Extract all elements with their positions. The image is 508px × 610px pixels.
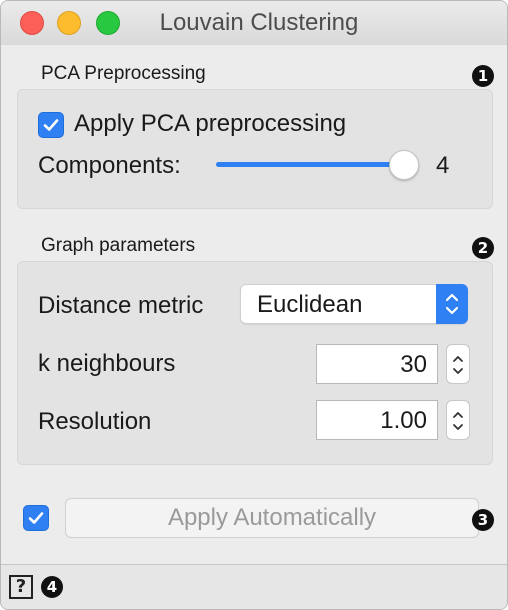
k-neighbours-label: k neighbours [38, 350, 176, 377]
pca-group-title: PCA Preprocessing [41, 63, 206, 84]
slider-thumb[interactable] [389, 150, 419, 180]
resolution-value: 1.00 [380, 407, 427, 434]
slider-track [216, 162, 404, 167]
status-badge: 4 [41, 576, 63, 598]
resolution-input[interactable]: 1.00 [316, 400, 438, 440]
status-bar: ? 4 [1, 564, 507, 609]
distance-metric-select[interactable]: Euclidean [240, 284, 468, 324]
louvain-window: Louvain Clustering PCA Preprocessing 1 A… [0, 0, 508, 610]
apply-automatically-checkbox[interactable] [23, 505, 49, 531]
pca-badge: 1 [472, 65, 494, 87]
checkmark-icon [28, 512, 44, 524]
k-neighbours-value: 30 [400, 351, 427, 378]
components-value: 4 [436, 152, 450, 179]
graph-group-title: Graph parameters [41, 235, 196, 256]
window-title: Louvain Clustering [159, 9, 359, 36]
distance-metric-value: Euclidean [257, 291, 363, 318]
select-arrows-icon [436, 284, 468, 324]
commit-badge: 3 [472, 509, 494, 531]
components-slider[interactable] [216, 148, 422, 182]
graph-group-box: Distance metric Euclidean k neighbours 3… [17, 261, 493, 465]
k-neighbours-stepper[interactable] [446, 344, 470, 384]
title-bar[interactable]: Louvain Clustering [1, 1, 507, 45]
stepper-arrows-icon [453, 356, 463, 374]
checkmark-icon [43, 119, 59, 131]
graph-badge: 2 [472, 237, 494, 259]
help-icon[interactable]: ? [9, 575, 33, 599]
stepper-arrows-icon [453, 412, 463, 430]
resolution-stepper[interactable] [446, 400, 470, 440]
apply-pca-checkbox[interactable] [38, 112, 64, 138]
components-label: Components: [38, 152, 181, 179]
distance-metric-label: Distance metric [38, 292, 204, 319]
apply-pca-label: Apply PCA preprocessing [74, 110, 347, 137]
pca-group-box: Apply PCA preprocessing Components: 4 [17, 89, 493, 209]
resolution-label: Resolution [38, 408, 152, 435]
apply-automatically-button[interactable]: Apply Automatically [65, 498, 479, 538]
k-neighbours-input[interactable]: 30 [316, 344, 438, 384]
